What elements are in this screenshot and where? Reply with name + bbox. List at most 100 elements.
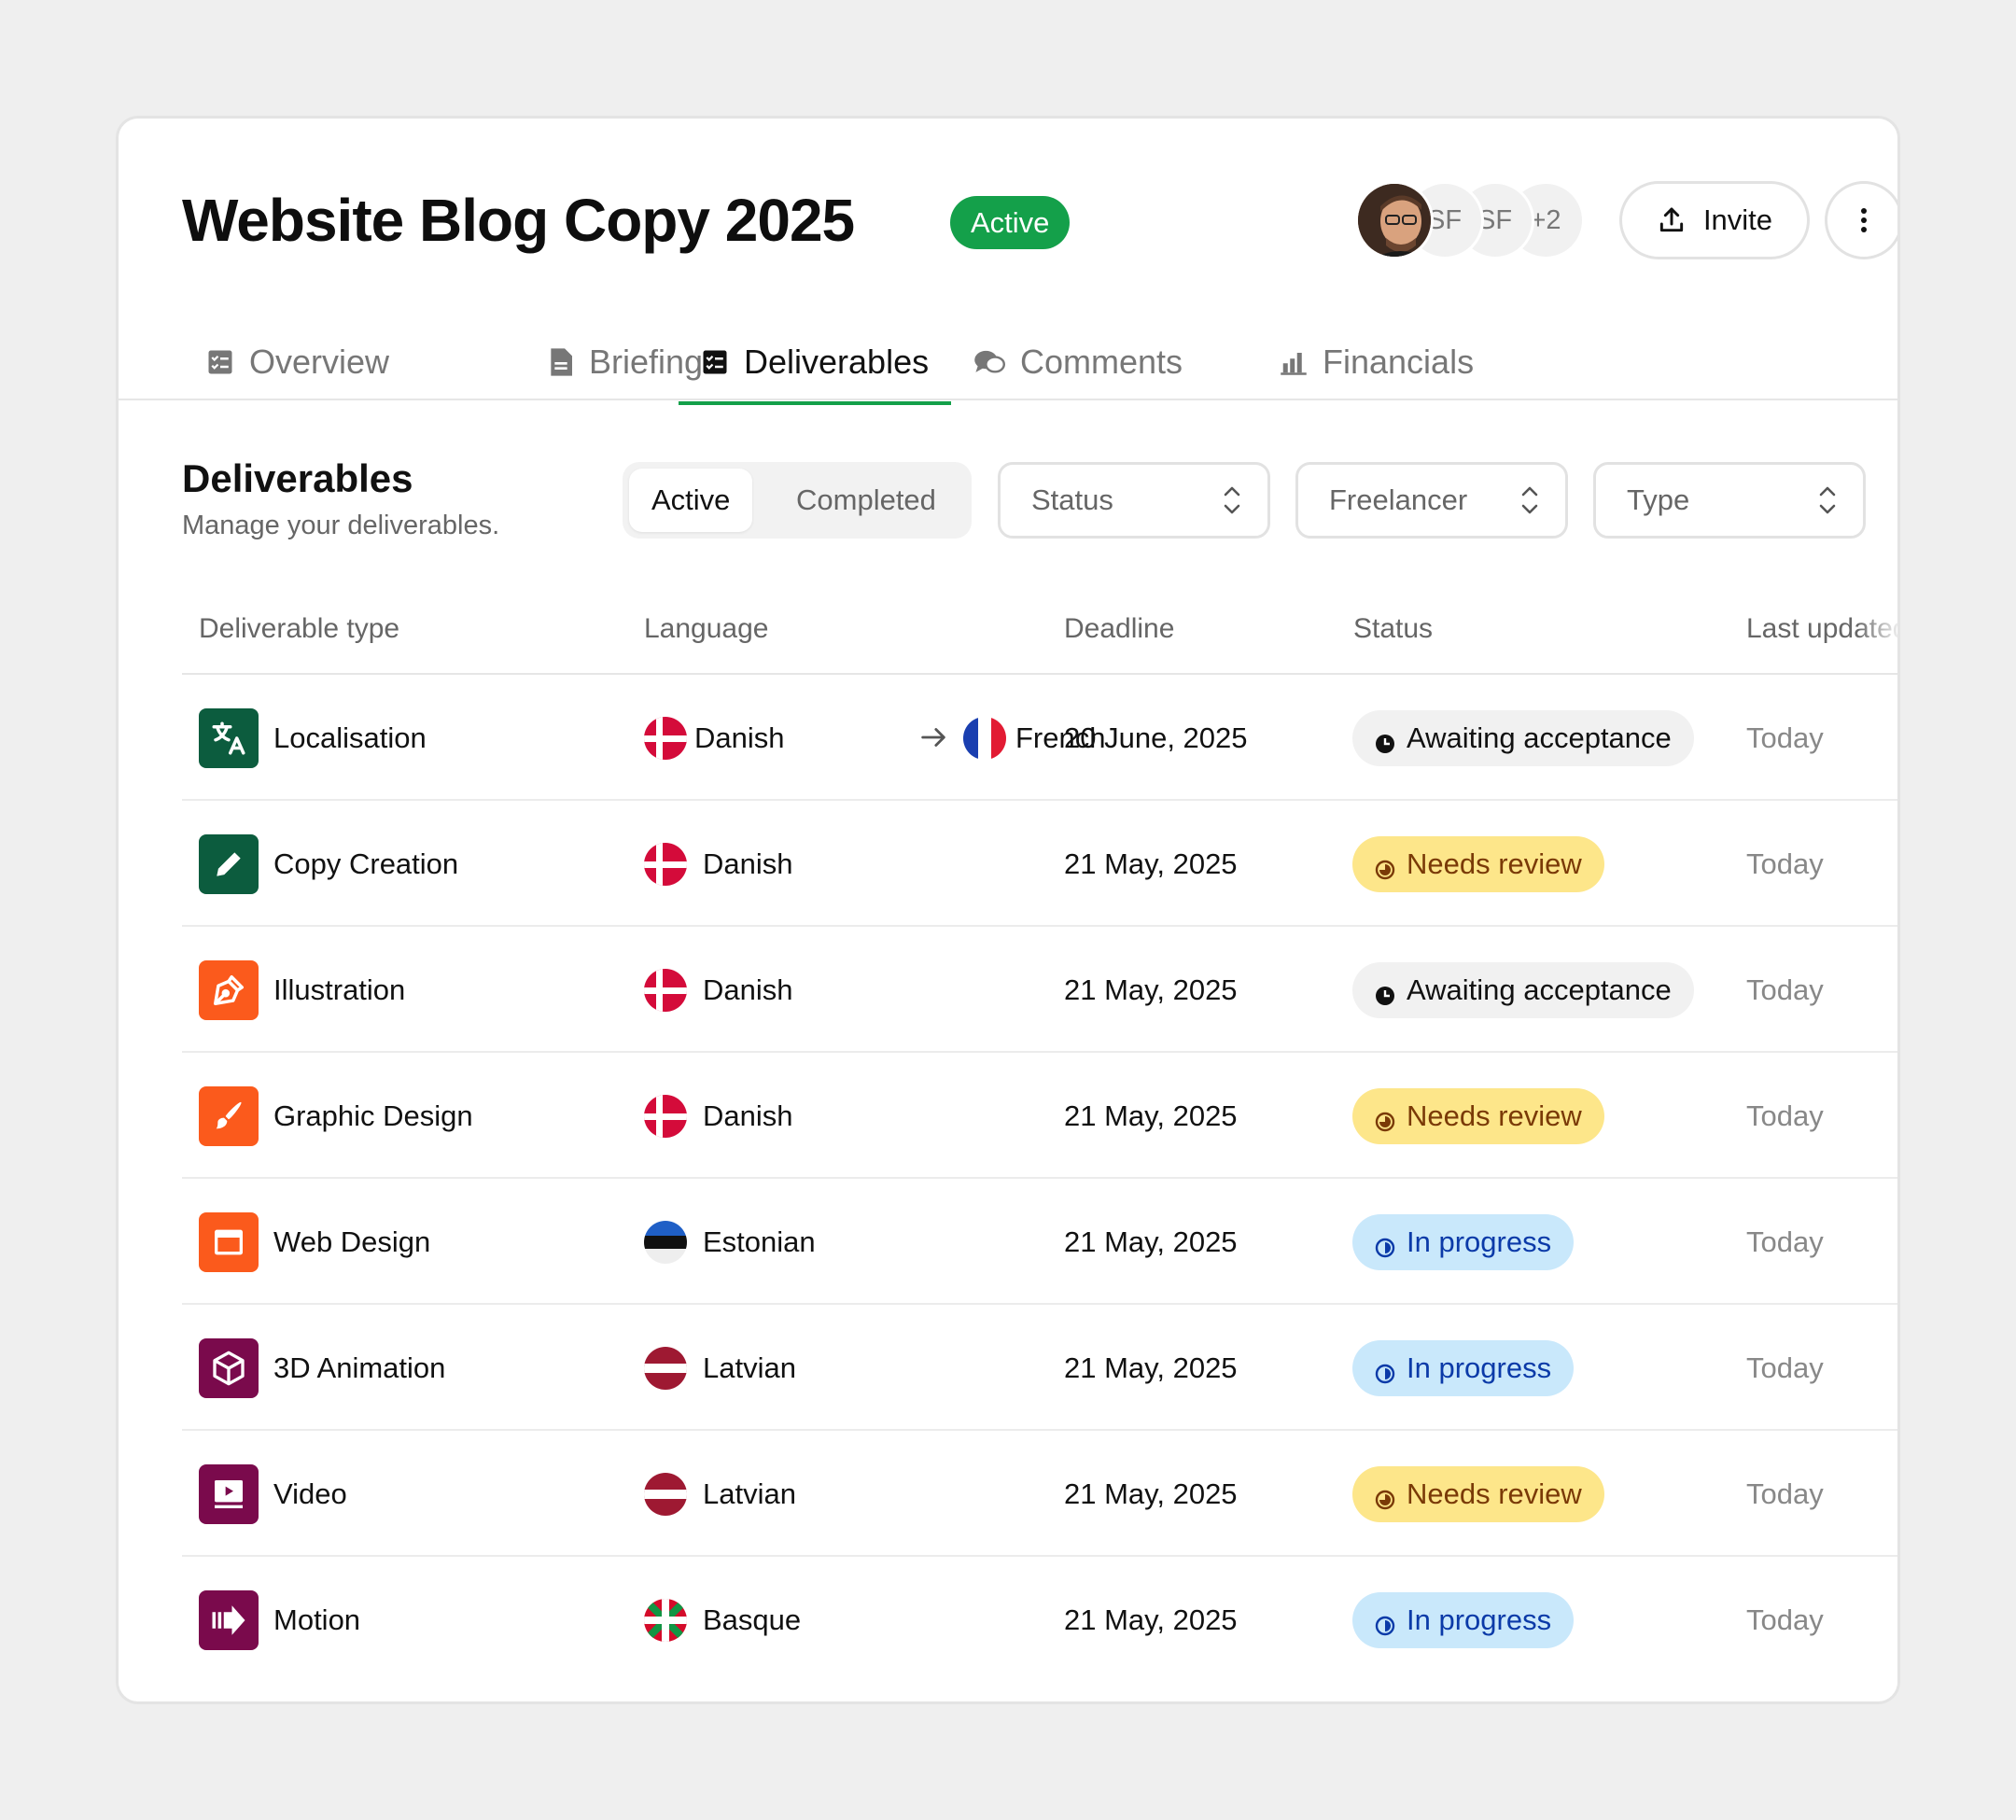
type-filter-label: Type: [1627, 483, 1690, 516]
translate-icon: [199, 708, 259, 768]
header-fade: [1856, 595, 1897, 673]
flag-estonian-icon: [644, 1221, 687, 1264]
table-row[interactable]: 3D Animation Latvian 21 May, 2025 In pro…: [182, 1305, 1897, 1431]
browser-window-icon: [199, 1212, 259, 1272]
chevron-up-down-icon: [1819, 486, 1836, 514]
collaborator-avatars[interactable]: +2 SF SF: [1355, 181, 1598, 259]
table-row[interactable]: Illustration Danish 21 May, 2025 Awaitin…: [182, 927, 1897, 1053]
arrow-right-icon: [921, 728, 945, 747]
bar-chart-icon: [1281, 353, 1307, 375]
pen-nib-icon: [199, 960, 259, 1020]
source-language: Danish: [694, 721, 785, 754]
invite-button[interactable]: Invite: [1619, 181, 1810, 259]
language: Danish: [703, 1099, 793, 1132]
status-badge: In progress: [1352, 1214, 1575, 1270]
tab-briefing[interactable]: Briefing: [548, 319, 703, 405]
deliverable-type[interactable]: Graphic Design: [273, 1099, 473, 1133]
status-label: Awaiting acceptance: [1407, 721, 1672, 754]
flag-basque-icon: [644, 1599, 687, 1642]
checklist-icon: [208, 350, 232, 374]
status-label: Needs review: [1407, 1099, 1582, 1132]
progress-three-quarter-icon: [1375, 1106, 1395, 1132]
avatar-photo[interactable]: [1355, 181, 1434, 259]
type-filter[interactable]: Type: [1593, 462, 1866, 539]
deliverable-type[interactable]: 3D Animation: [273, 1351, 445, 1385]
table-row[interactable]: Localisation Danish French 20 June, 2025…: [182, 675, 1897, 801]
last-updated: Today: [1746, 721, 1824, 754]
project-status-badge: Active: [950, 196, 1071, 249]
deliverable-type[interactable]: Video: [273, 1477, 347, 1511]
tab-deliverables[interactable]: Deliverables: [678, 319, 952, 405]
deadline: 21 May, 2025: [1064, 1225, 1238, 1258]
tab-comments[interactable]: Comments: [973, 319, 1183, 405]
segment-active[interactable]: Active: [629, 469, 753, 532]
document-icon: [551, 348, 572, 376]
motion-arrow-icon: [199, 1590, 259, 1650]
column-header-type[interactable]: Deliverable type: [199, 613, 399, 645]
deliverable-type[interactable]: Web Design: [273, 1225, 430, 1259]
table-row[interactable]: Web Design Estonian 21 May, 2025 In prog…: [182, 1179, 1897, 1305]
column-header-status[interactable]: Status: [1353, 613, 1433, 645]
chevron-up-down-icon: [1224, 486, 1240, 514]
page-title: Website Blog Copy 2025: [182, 187, 855, 254]
deadline: 21 May, 2025: [1064, 847, 1238, 880]
status-filter[interactable]: Status: [998, 462, 1270, 539]
flag-danish-icon: [644, 843, 687, 886]
progress-half-icon: [1375, 1358, 1395, 1384]
status-label: In progress: [1407, 1603, 1552, 1636]
segment-completed[interactable]: Completed: [774, 469, 959, 532]
deliverable-type[interactable]: Illustration: [273, 973, 405, 1007]
status-badge: Needs review: [1352, 836, 1604, 892]
status-label: Needs review: [1407, 847, 1582, 880]
last-updated: Today: [1746, 973, 1824, 1006]
last-updated: Today: [1746, 1351, 1824, 1384]
tab-financials[interactable]: Financials: [1280, 319, 1474, 405]
more-vertical-icon: [1861, 208, 1867, 232]
table-row[interactable]: Video Latvian 21 May, 2025 Needs review …: [182, 1431, 1897, 1557]
flag-danish-icon: [644, 717, 687, 760]
deliverable-type[interactable]: Motion: [273, 1603, 360, 1637]
tab-label: Financials: [1323, 343, 1475, 381]
table-header: Deliverable type Language Deadline Statu…: [182, 595, 1897, 675]
status-filter-label: Status: [1031, 483, 1113, 516]
cube-icon: [199, 1338, 259, 1398]
last-updated: Today: [1746, 1225, 1824, 1258]
language: Estonian: [703, 1225, 816, 1258]
pencil-icon: [199, 834, 259, 894]
table-row[interactable]: Motion Basque 21 May, 2025 In progress T…: [182, 1557, 1897, 1683]
deliverables-table: Deliverable type Language Deadline Statu…: [182, 595, 1897, 1683]
language: Danish: [703, 973, 793, 1006]
flag-latvian-icon: [644, 1347, 687, 1390]
chevron-up-down-icon: [1521, 486, 1538, 514]
freelancer-filter-label: Freelancer: [1329, 483, 1468, 516]
language: Latvian: [703, 1477, 796, 1510]
table-row[interactable]: Graphic Design Danish 21 May, 2025 Needs…: [182, 1053, 1897, 1179]
last-updated: Today: [1746, 1099, 1824, 1132]
deadline: 21 May, 2025: [1064, 1603, 1238, 1636]
column-header-language[interactable]: Language: [644, 613, 768, 645]
deadline: 21 May, 2025: [1064, 1351, 1238, 1384]
last-updated: Today: [1746, 1477, 1824, 1510]
column-header-deadline[interactable]: Deadline: [1064, 613, 1174, 645]
deliverable-type[interactable]: Copy Creation: [273, 847, 458, 881]
deadline: 21 May, 2025: [1064, 1099, 1238, 1132]
section-title: Deliverables: [182, 456, 413, 500]
progress-half-icon: [1375, 1610, 1395, 1636]
language: Danish: [703, 847, 793, 880]
tab-label: Briefing: [589, 343, 704, 381]
table-row[interactable]: Copy Creation Danish 21 May, 2025 Needs …: [182, 801, 1897, 927]
status-badge: Needs review: [1352, 1466, 1604, 1522]
language: Latvian: [703, 1351, 796, 1384]
status-label: Needs review: [1407, 1477, 1582, 1510]
upload-icon: [1659, 207, 1684, 232]
clock-icon: [1375, 980, 1395, 1005]
flag-danish-icon: [644, 1095, 687, 1138]
tab-overview[interactable]: Overview: [206, 319, 389, 405]
last-updated: Today: [1746, 847, 1824, 880]
more-options-button[interactable]: [1825, 181, 1897, 259]
flag-french-icon: [963, 717, 1006, 760]
status-badge: Needs review: [1352, 1088, 1604, 1144]
freelancer-filter[interactable]: Freelancer: [1295, 462, 1568, 539]
last-updated: Today: [1746, 1603, 1824, 1636]
deliverable-type[interactable]: Localisation: [273, 721, 427, 755]
